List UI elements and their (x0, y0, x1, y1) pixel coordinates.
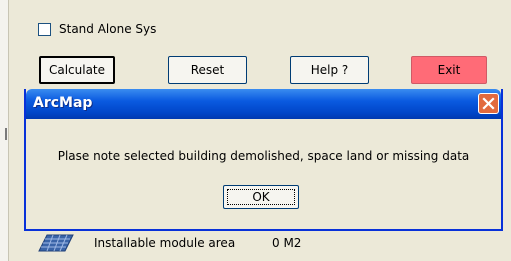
ok-focus-ring (227, 189, 295, 205)
dialog-titlebar[interactable]: ArcMap (26, 89, 501, 119)
module-area-row: Installable module area 0 M2 (38, 232, 338, 254)
module-area-value: 0 M2 (272, 236, 302, 250)
stand-alone-checkbox[interactable] (38, 22, 51, 36)
module-area-label: Installable module area (94, 236, 236, 250)
close-icon (482, 97, 495, 110)
exit-button[interactable]: Exit (411, 56, 487, 84)
reset-button[interactable]: Reset (168, 56, 247, 84)
left-edge-mark (5, 128, 7, 140)
calculate-button[interactable]: Calculate (39, 56, 115, 84)
help-button[interactable]: Help ? (290, 56, 369, 84)
stand-alone-checkbox-row[interactable]: Stand Alone Sys (38, 20, 156, 38)
dialog-title: ArcMap (33, 95, 93, 111)
solar-panel-icon (38, 234, 74, 252)
close-button[interactable] (478, 93, 499, 114)
ok-button[interactable]: OK (223, 185, 299, 209)
stand-alone-label: Stand Alone Sys (59, 22, 157, 36)
arcmap-dialog: ArcMap Plase note selected building demo… (24, 89, 503, 231)
dialog-message: Plase note selected building demolished,… (57, 149, 470, 163)
